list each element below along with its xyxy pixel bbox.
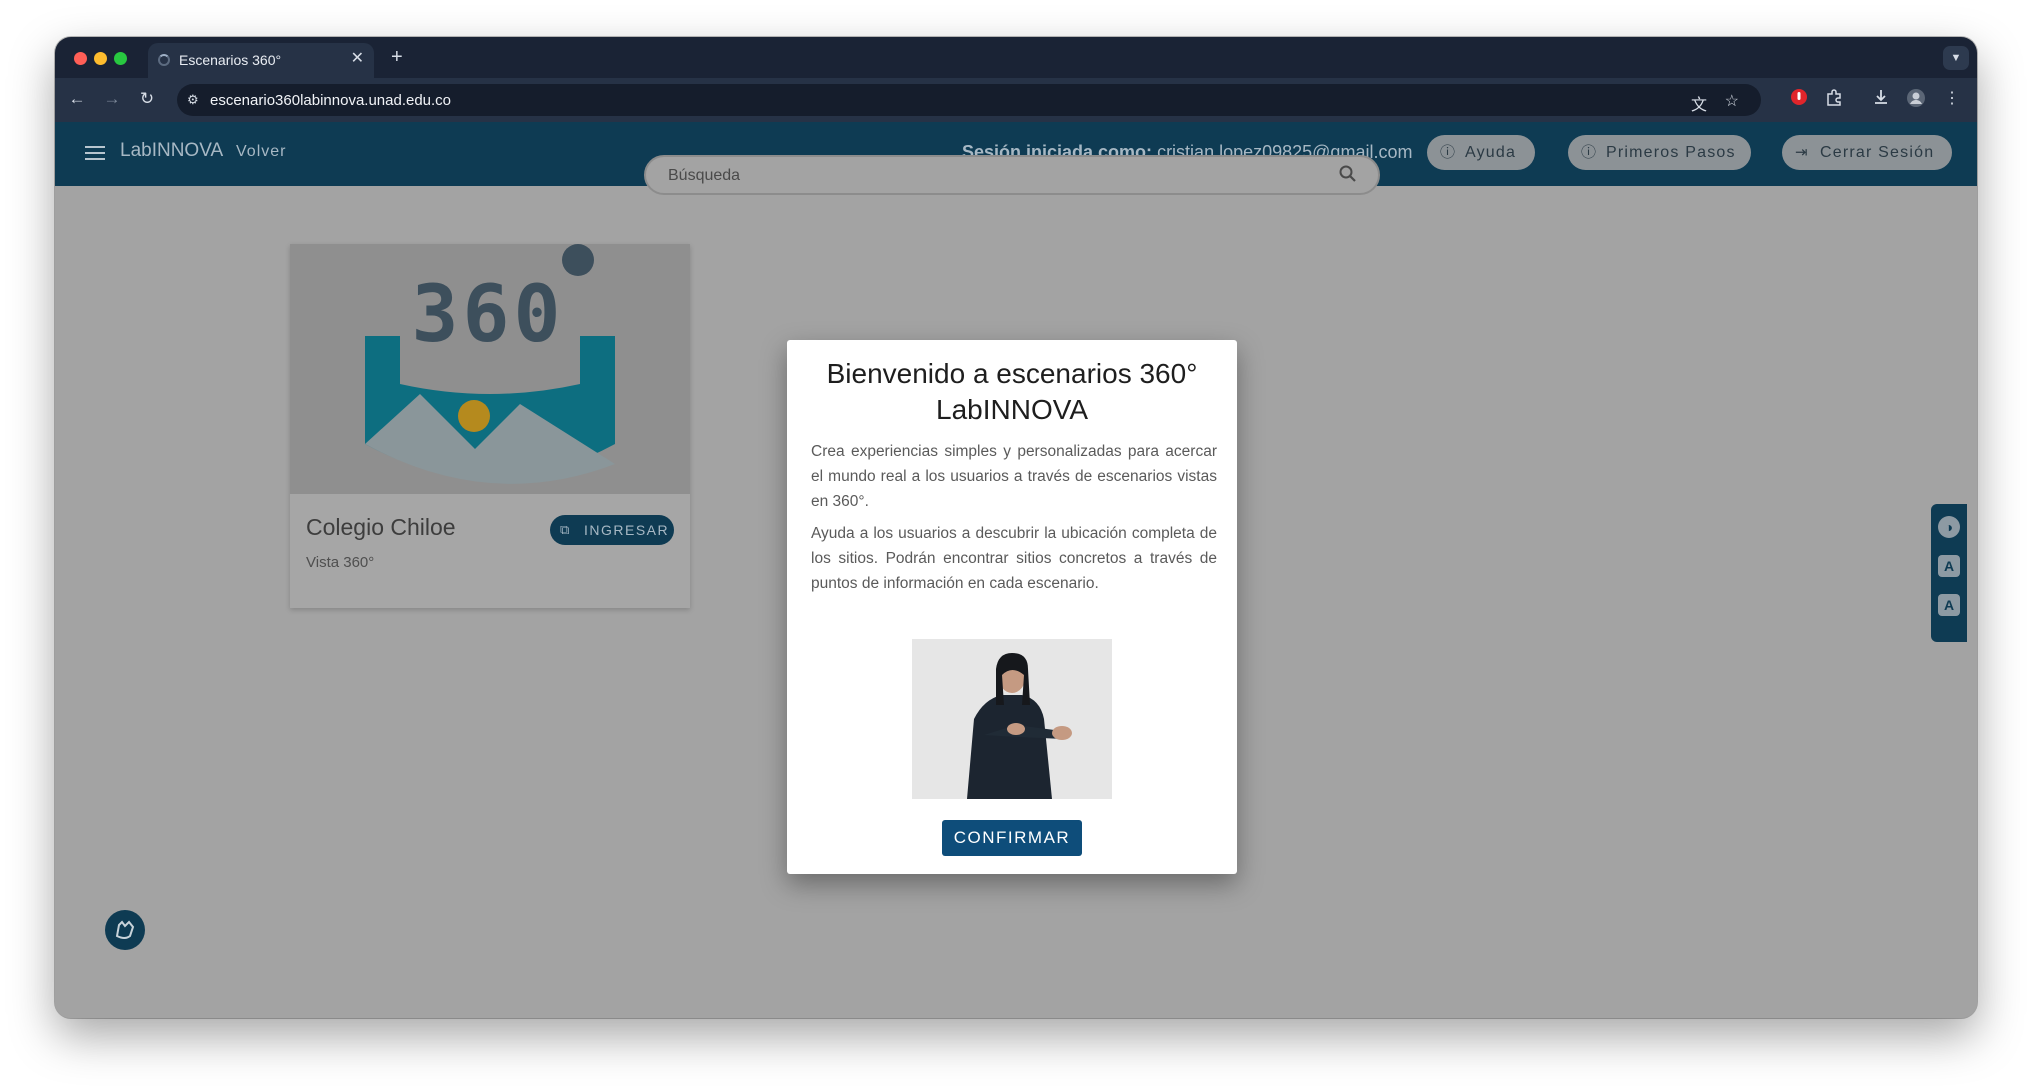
chevron-down-icon: ▼ <box>1950 52 1962 64</box>
sign-language-video[interactable] <box>912 639 1112 799</box>
sign-language-button[interactable] <box>105 910 145 950</box>
extension-red-icon[interactable] <box>1788 88 1810 110</box>
open-external-icon: ⧉ <box>560 522 571 537</box>
tab-search-button[interactable]: ▼ <box>1943 46 1969 70</box>
maximize-window-button[interactable] <box>114 52 127 65</box>
dialog-paragraph-1: Crea experiencias simples y personalizad… <box>811 443 1217 510</box>
logo-360-text: 360 <box>412 270 565 360</box>
card-image: 360 <box>290 244 690 494</box>
bookmark-star-icon[interactable]: ☆ <box>1725 91 1739 111</box>
back-arrow-icon[interactable]: ← <box>65 87 89 111</box>
browser-toolbar: ← → ↻ ⚙ escenario360labinnova.unad.edu.c… <box>55 78 1977 122</box>
close-tab-icon[interactable]: ✕ <box>351 50 364 68</box>
help-button[interactable]: ⓘ Ayuda <box>1427 135 1535 170</box>
reload-icon[interactable]: ↻ <box>135 87 159 111</box>
welcome-dialog: Bienvenido a escenarios 360° LabINNOVA C… <box>787 340 1237 874</box>
site-settings-icon[interactable]: ⚙ <box>187 92 199 108</box>
confirm-button[interactable]: CONFIRMAR <box>942 820 1082 856</box>
search-bar[interactable]: Búsqueda <box>644 155 1380 195</box>
browser-tab-bar: Escenarios 360° ✕ + ▼ <box>55 37 1977 78</box>
profile-avatar-icon[interactable] <box>1905 88 1927 110</box>
logout-label: Cerrar Sesión <box>1820 144 1935 161</box>
extensions-puzzle-icon[interactable] <box>1823 88 1845 110</box>
hands-icon <box>115 920 135 939</box>
url-text: escenario360labinnova.unad.edu.co <box>210 92 452 109</box>
new-tab-button[interactable]: + <box>391 47 403 67</box>
interpreter-figure-icon <box>912 639 1112 799</box>
contrast-icon[interactable]: ◑ <box>1938 516 1960 538</box>
download-icon[interactable] <box>1870 88 1892 110</box>
brand-logo-text[interactable]: LabINNOVA <box>120 140 223 162</box>
dialog-title: Bienvenido a escenarios 360° LabINNOVA <box>826 358 1198 425</box>
translate-icon[interactable]: 文 <box>1691 91 1707 115</box>
enter-button-label: INGRESAR <box>584 522 670 538</box>
card-subtitle: Vista 360° <box>306 554 375 571</box>
browser-menu-icon[interactable]: ⋮ <box>1941 88 1963 110</box>
page-content: LabINNOVA Volver Sesión iniciada como: c… <box>55 122 1977 1018</box>
logout-button[interactable]: ⇥ Cerrar Sesión <box>1782 135 1952 170</box>
360-logo-icon: 360 <box>365 244 615 484</box>
search-input[interactable]: Búsqueda <box>668 167 740 185</box>
scenario-card: 360 Colegio Chiloe Vista 360° ⧉ INGRESAR <box>290 244 690 608</box>
browser-tab[interactable]: Escenarios 360° ✕ <box>148 43 374 78</box>
hamburger-menu-icon[interactable] <box>85 146 105 164</box>
loading-spinner-icon <box>158 54 170 66</box>
first-steps-button[interactable]: ⓘ Primeros Pasos <box>1568 135 1751 170</box>
search-icon[interactable] <box>1338 164 1358 189</box>
first-steps-label: Primeros Pasos <box>1606 144 1736 161</box>
close-window-button[interactable] <box>74 52 87 65</box>
minimize-window-button[interactable] <box>94 52 107 65</box>
font-increase-icon[interactable]: A <box>1938 594 1960 616</box>
enter-button[interactable]: ⧉ INGRESAR <box>550 515 674 545</box>
help-circle-icon: ⓘ <box>1440 144 1457 161</box>
card-title: Colegio Chiloe <box>306 514 456 540</box>
font-decrease-icon[interactable]: A <box>1938 555 1960 577</box>
logout-icon: ⇥ <box>1795 144 1809 161</box>
forward-arrow-icon[interactable]: → <box>100 87 124 111</box>
back-link[interactable]: Volver <box>236 143 286 161</box>
address-bar[interactable]: ⚙ escenario360labinnova.unad.edu.co 文 ☆ <box>177 84 1761 116</box>
info-icon: ⓘ <box>1581 144 1598 161</box>
help-button-label: Ayuda <box>1465 144 1517 161</box>
tab-title: Escenarios 360° <box>179 52 282 68</box>
accessibility-toolbar: ◑ A A <box>1931 504 1967 642</box>
browser-window: Escenarios 360° ✕ + ▼ ← → ↻ ⚙ escenario3… <box>55 37 1977 1018</box>
dialog-paragraph-2: Ayuda a los usuarios a descubrir la ubic… <box>811 525 1217 592</box>
